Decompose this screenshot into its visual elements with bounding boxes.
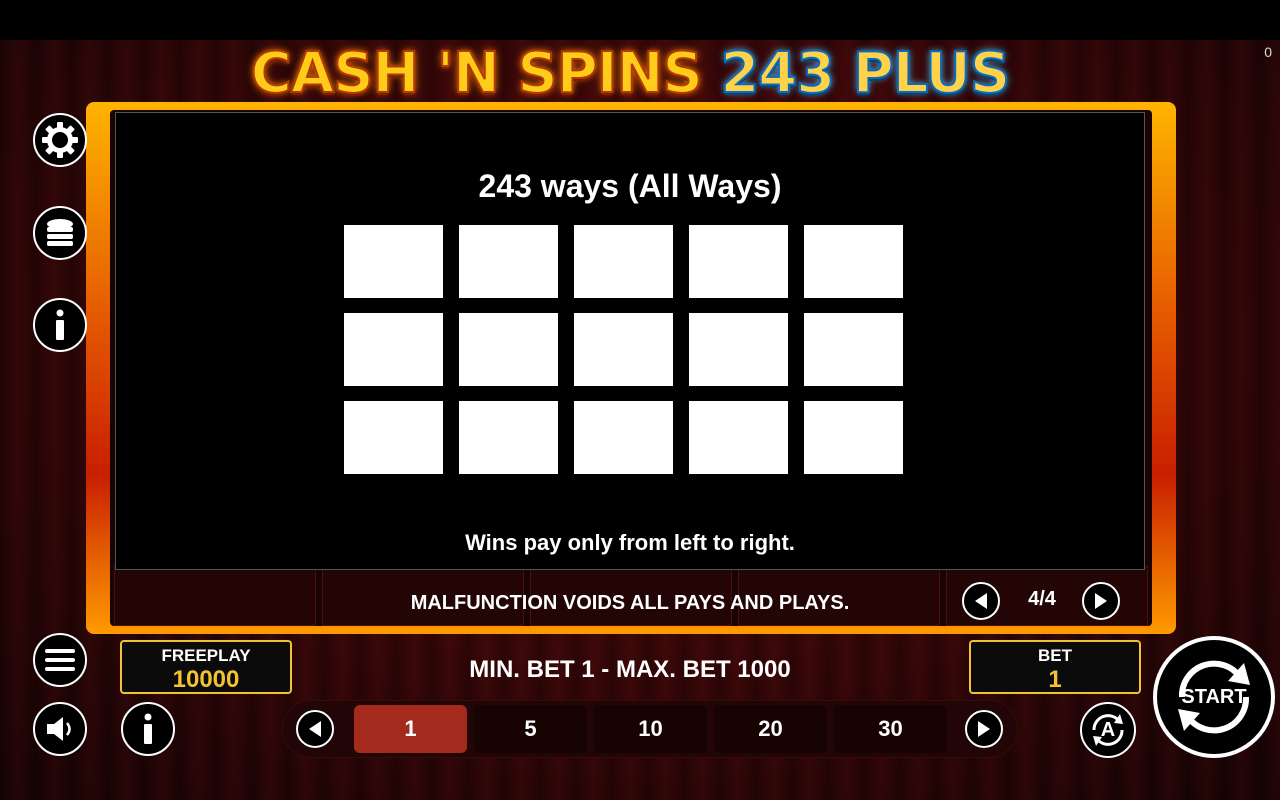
settings-button[interactable] [33, 113, 87, 167]
grid-cell [459, 225, 558, 298]
autoplay-button[interactable]: A [1080, 702, 1136, 758]
corner-counter: 0 [1264, 44, 1272, 60]
chevron-left-icon [975, 593, 987, 609]
grid-cell [574, 225, 673, 298]
grid-cell [689, 225, 788, 298]
autoplay-label: A [1100, 718, 1116, 741]
grid-cell [344, 401, 443, 474]
bet-option-30[interactable]: 30 [834, 705, 947, 753]
grid-cell [804, 401, 903, 474]
sound-button[interactable] [33, 702, 87, 756]
page-indicator: 4/4 [1028, 588, 1056, 610]
wins-note: Wins pay only from left to right. [465, 530, 795, 555]
grid-cell [689, 401, 788, 474]
grid-cell [459, 401, 558, 474]
grid-cell [574, 313, 673, 386]
start-button[interactable]: START [1153, 636, 1275, 758]
grid-cell [344, 225, 443, 298]
help-info-button[interactable] [121, 702, 175, 756]
grid-cell [804, 225, 903, 298]
bet-option-20[interactable]: 20 [714, 705, 827, 753]
grid-cell [344, 313, 443, 386]
menu-button[interactable] [33, 633, 87, 687]
logo-part-1: CASH 'N SPINS [250, 41, 704, 106]
freeplay-balance: FREEPLAY 10000 [120, 640, 292, 694]
reel [114, 566, 316, 626]
game-logo: CASH 'N SPINS 243 PLUS [250, 41, 1011, 106]
freeplay-label: FREEPLAY [161, 646, 251, 665]
speaker-icon [47, 717, 71, 741]
ways-grid [344, 225, 904, 474]
bet-limits: MIN. BET 1 - MAX. BET 1000 [469, 656, 791, 683]
page-prev-button[interactable] [962, 582, 1000, 620]
bet-label: BET [1038, 646, 1072, 665]
grid-cell [574, 401, 673, 474]
bet-decrease-button[interactable] [296, 710, 334, 748]
info-button[interactable] [33, 298, 87, 352]
info-icon [56, 309, 64, 340]
coin-stack-icon [47, 219, 73, 246]
chevron-right-icon [978, 721, 990, 737]
bet-increase-button[interactable] [965, 710, 1003, 748]
chevron-right-icon [1095, 593, 1107, 609]
bet-option-5[interactable]: 5 [474, 705, 587, 753]
grid-cell [689, 313, 788, 386]
hamburger-menu-icon [45, 649, 75, 671]
chevron-left-icon [309, 721, 321, 737]
start-label: START [1181, 685, 1247, 708]
coins-button[interactable] [33, 206, 87, 260]
freeplay-value: 10000 [172, 666, 240, 693]
grid-cell [804, 313, 903, 386]
bet-value: 1 [1048, 666, 1062, 693]
page-next-button[interactable] [1082, 582, 1120, 620]
bet-option-10[interactable]: 10 [594, 705, 707, 753]
bet-display: BET 1 [969, 640, 1141, 694]
logo-part-2: 243 PLUS [719, 41, 1011, 106]
malfunction-disclaimer: MALFUNCTION VOIDS ALL PAYS AND PLAYS. [410, 592, 850, 614]
info-icon [144, 713, 152, 744]
ways-title: 243 ways (All Ways) [478, 168, 782, 204]
gear-icon [42, 122, 78, 158]
grid-cell [459, 313, 558, 386]
bet-option-1[interactable]: 1 [354, 705, 467, 753]
